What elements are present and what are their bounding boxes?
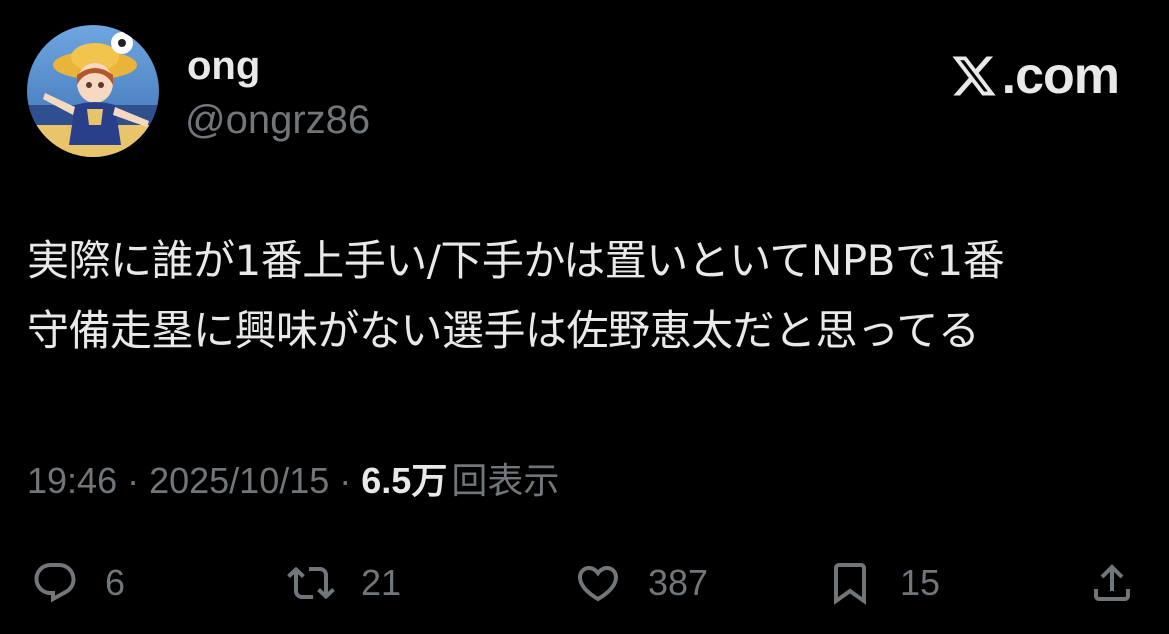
bookmark-count: 15 [900, 562, 941, 603]
tweet-text-line: 実際に誰が1番上手い/下手かは置いといてNPBで1番 [27, 236, 1005, 285]
tweet-date[interactable]: 2025/10/15 [149, 456, 329, 506]
user-handle[interactable]: @ongrz86 [185, 94, 370, 146]
bookmark-button[interactable]: 15 [826, 548, 940, 618]
heart-icon [577, 566, 619, 602]
x-logo-icon [952, 56, 996, 96]
reply-icon [34, 563, 76, 603]
reply-count: 6 [105, 562, 126, 603]
avatar[interactable] [27, 25, 159, 157]
tweet-text-line: 守備走塁に興味がない選手は佐野恵太だと思ってる [27, 306, 980, 355]
brand-domain-text: .com [1001, 47, 1120, 105]
reply-button[interactable]: 6 [31, 548, 125, 618]
anime-character-avatar-icon [27, 25, 159, 157]
bookmark-icon [834, 563, 866, 605]
views-count[interactable]: 6.5万 [361, 456, 447, 506]
like-count: 387 [648, 562, 709, 603]
share-button[interactable] [1088, 548, 1136, 618]
retweet-icon [287, 566, 335, 600]
tweet-text: 実際に誰が1番上手い/下手かは置いといてNPBで1番 守備走塁に興味がない選手は… [27, 226, 1147, 366]
share-icon [1094, 564, 1130, 601]
retweet-count: 21 [361, 562, 402, 603]
display-name[interactable]: ong [187, 40, 260, 92]
like-button[interactable]: 387 [574, 548, 708, 618]
tweet-meta: 19:46 · 2025/10/15 · 6.5万 回表示 [27, 456, 559, 506]
retweet-button[interactable]: 21 [287, 548, 401, 618]
meta-separator: · [127, 460, 140, 501]
views-label: 回表示 [451, 460, 560, 501]
tweet-time[interactable]: 19:46 [27, 456, 117, 506]
meta-separator: · [339, 460, 352, 501]
action-bar: 6 21 387 15 [0, 548, 1169, 618]
brand-logo: .com [950, 44, 1120, 108]
